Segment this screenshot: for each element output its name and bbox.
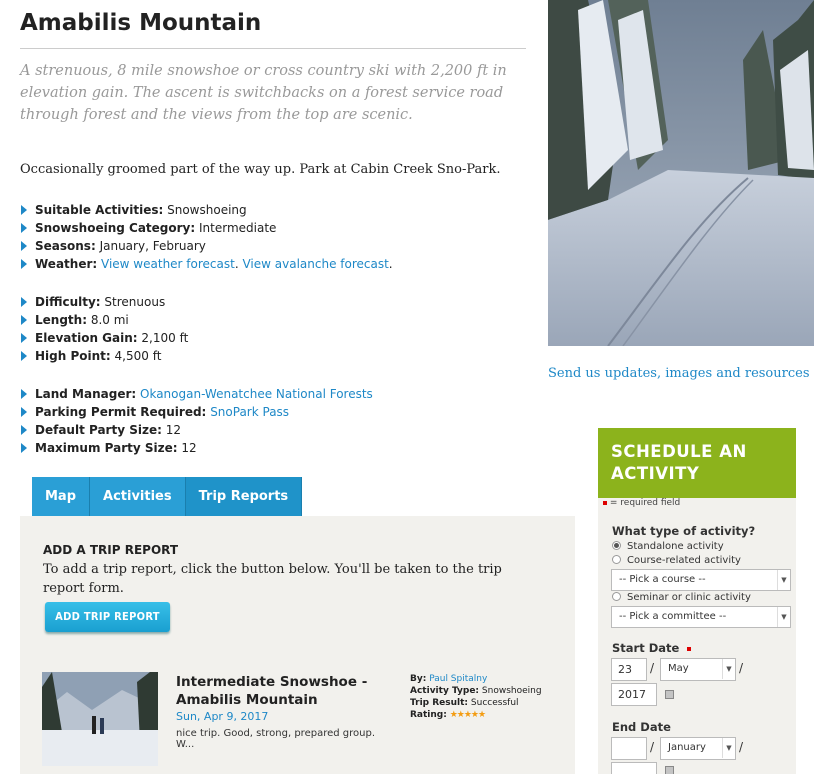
start-month-select[interactable]: May ▼ <box>660 658 736 681</box>
send-updates-link[interactable]: Send us updates, images and resources <box>548 366 810 381</box>
required-marker-icon <box>687 646 692 651</box>
schedule-activity-panel: SCHEDULE AN ACTIVITY = required field Wh… <box>598 428 796 774</box>
radio-selected-icon[interactable] <box>612 541 621 550</box>
rating-stars-icon: ★★★★★ <box>449 710 486 720</box>
page-title: Amabilis Mountain <box>20 10 262 36</box>
bullet-arrow-icon <box>21 241 27 251</box>
radio-unselected-icon[interactable] <box>612 592 621 601</box>
trip-report-author-link[interactable]: Paul Spitalny <box>429 674 487 684</box>
bullet-arrow-icon <box>21 259 27 269</box>
detail-land-manager: Land Manager: Okanogan-Wenatchee Nationa… <box>20 385 520 403</box>
required-marker-icon <box>603 500 607 505</box>
detail-weather: Weather: View weather forecast. View ava… <box>20 255 520 273</box>
add-trip-report-instructions: To add a trip report, click the button b… <box>43 562 502 596</box>
route-stats-list: Difficulty: Strenuous Length: 8.0 mi Ele… <box>20 293 520 365</box>
chevron-down-icon: ▼ <box>722 738 735 758</box>
bullet-arrow-icon <box>21 223 27 233</box>
chevron-down-icon: ▼ <box>777 570 790 590</box>
start-day-input[interactable]: 23 <box>611 658 647 681</box>
tab-trip-reports[interactable]: Trip Reports <box>185 477 303 516</box>
trip-report-title[interactable]: Intermediate Snowshoe - Amabilis Mountai… <box>176 673 396 709</box>
date-separator: / <box>739 661 744 675</box>
end-date-label: End Date <box>612 720 671 734</box>
bullet-arrow-icon <box>21 389 27 399</box>
bullet-arrow-icon <box>21 443 27 453</box>
title-divider <box>20 48 526 49</box>
calendar-icon[interactable] <box>665 766 674 774</box>
avalanche-forecast-link[interactable]: View avalanche forecast <box>242 257 388 271</box>
detail-seasons: Seasons: January, February <box>20 237 520 255</box>
trip-report-thumbnail[interactable] <box>42 672 158 766</box>
bullet-arrow-icon <box>21 315 27 325</box>
detail-elevation-gain: Elevation Gain: 2,100 ft <box>20 329 520 347</box>
detail-parking-permit: Parking Permit Required: SnoPark Pass <box>20 403 520 421</box>
radio-seminar[interactable]: Seminar or clinic activity <box>612 592 751 603</box>
logistics-list: Land Manager: Okanogan-Wenatchee Nationa… <box>20 385 520 457</box>
content-tabs: Map Activities Trip Reports <box>32 477 303 516</box>
route-summary: A strenuous, 8 mile snowshoe or cross co… <box>20 63 507 123</box>
committee-select[interactable]: -- Pick a committee -- ▼ <box>611 606 791 628</box>
land-manager-link[interactable]: Okanogan-Wenatchee National Forests <box>140 387 373 401</box>
bullet-arrow-icon <box>21 407 27 417</box>
tab-map[interactable]: Map <box>32 477 91 516</box>
trip-report-date: Sun, Apr 9, 2017 <box>176 710 269 723</box>
radio-course[interactable]: Course-related activity <box>612 555 741 566</box>
route-note: Occasionally groomed part of the way up.… <box>20 162 501 177</box>
tab-activities[interactable]: Activities <box>90 477 186 516</box>
detail-max-party-size: Maximum Party Size: 12 <box>20 439 520 457</box>
end-day-input[interactable] <box>611 737 647 760</box>
bullet-arrow-icon <box>21 333 27 343</box>
start-date-label: Start Date <box>612 641 692 655</box>
add-trip-report-heading: ADD A TRIP REPORT <box>43 543 179 557</box>
bullet-arrow-icon <box>21 205 27 215</box>
add-trip-report-button[interactable]: ADD TRIP REPORT <box>45 602 170 632</box>
calendar-icon[interactable] <box>665 690 674 699</box>
trip-report-snippet: nice trip. Good, strong, prepared group.… <box>176 728 375 750</box>
trip-reports-panel: ADD A TRIP REPORT To add a trip report, … <box>20 516 575 774</box>
date-separator: / <box>739 740 744 754</box>
bullet-arrow-icon <box>21 351 27 361</box>
date-separator: / <box>650 661 655 675</box>
end-month-select[interactable]: January ▼ <box>660 737 736 760</box>
route-photo <box>548 0 814 346</box>
chevron-down-icon: ▼ <box>722 659 735 679</box>
detail-high-point: High Point: 4,500 ft <box>20 347 520 365</box>
date-separator: / <box>650 740 655 754</box>
detail-suitable-activities: Suitable Activities: Snowshoeing <box>20 201 520 219</box>
detail-difficulty: Difficulty: Strenuous <box>20 293 520 311</box>
bullet-arrow-icon <box>21 425 27 435</box>
activity-type-label: What type of activity? <box>612 524 756 538</box>
detail-snowshoeing-category: Snowshoeing Category: Intermediate <box>20 219 520 237</box>
trip-report-meta: By: Paul Spitalny Activity Type: Snowsho… <box>410 674 542 720</box>
bullet-arrow-icon <box>21 297 27 307</box>
weather-forecast-link[interactable]: View weather forecast <box>101 257 235 271</box>
activity-details-list: Suitable Activities: Snowshoeing Snowsho… <box>20 201 520 273</box>
radio-unselected-icon[interactable] <box>612 555 621 564</box>
required-field-note: = required field <box>603 498 680 508</box>
radio-standalone[interactable]: Standalone activity <box>612 541 724 552</box>
chevron-down-icon: ▼ <box>777 607 790 627</box>
schedule-heading: SCHEDULE AN ACTIVITY <box>598 428 796 498</box>
start-year-input[interactable]: 2017 <box>611 683 657 706</box>
detail-length: Length: 8.0 mi <box>20 311 520 329</box>
snopark-pass-link[interactable]: SnoPark Pass <box>210 405 289 419</box>
detail-default-party-size: Default Party Size: 12 <box>20 421 520 439</box>
course-select[interactable]: -- Pick a course -- ▼ <box>611 569 791 591</box>
end-year-input[interactable] <box>611 762 657 774</box>
